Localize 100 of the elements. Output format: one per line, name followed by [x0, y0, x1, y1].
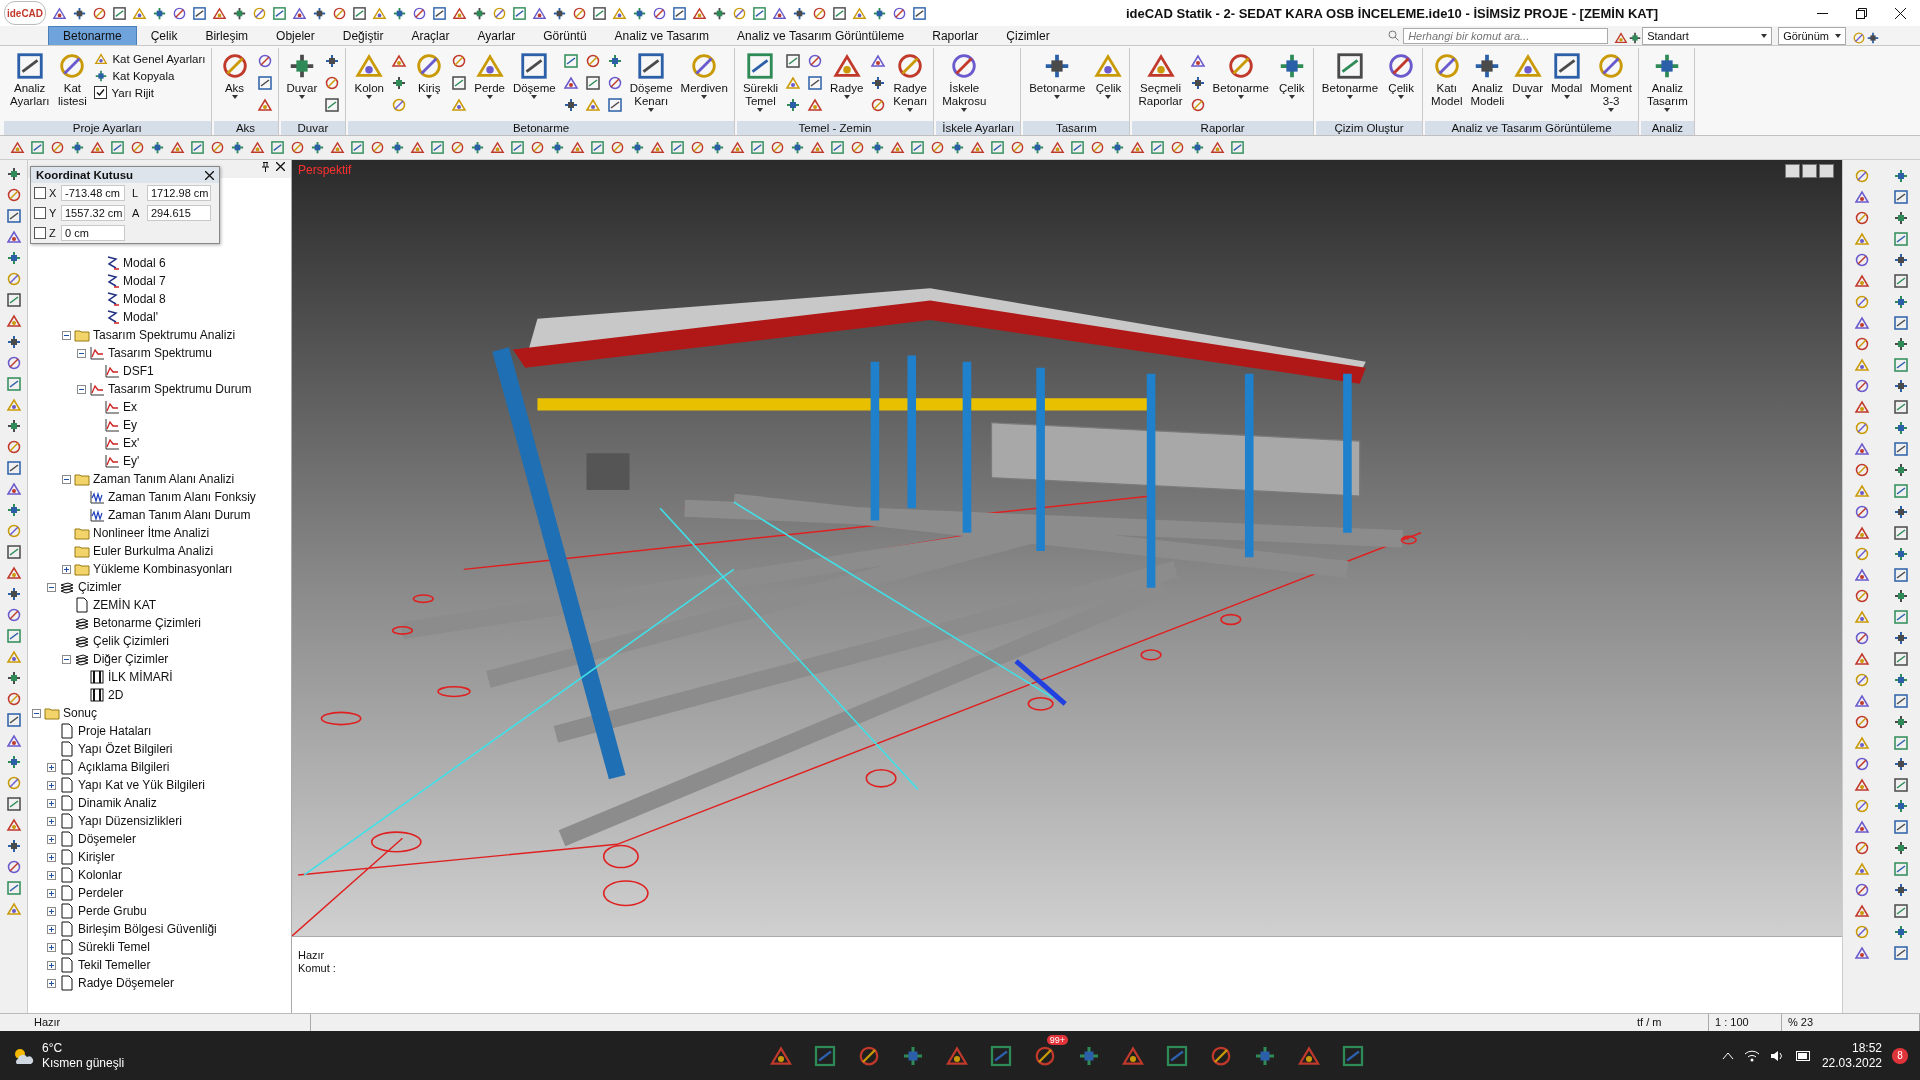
tool-icon[interactable]	[112, 5, 127, 21]
tool-icon[interactable]	[570, 140, 585, 155]
tool-icon[interactable]	[1854, 168, 1871, 184]
tool-icon[interactable]	[1551, 51, 1582, 81]
tool-icon[interactable]	[450, 140, 465, 155]
ribbon-button[interactable]: Katı Model	[1428, 50, 1466, 108]
tool-icon[interactable]	[606, 75, 623, 91]
tool-icon[interactable]	[870, 97, 887, 113]
tool-icon[interactable]	[606, 97, 623, 113]
taskbar-app-icon[interactable]	[988, 1043, 1013, 1068]
tool-icon[interactable]	[1050, 140, 1065, 155]
tool-icon[interactable]	[1030, 140, 1045, 155]
ribbon-button[interactable]: Çelik	[1273, 50, 1310, 100]
tool-icon[interactable]	[1110, 140, 1125, 155]
ribbon-button[interactable]: Kat listesi	[54, 50, 91, 108]
taskbar-app-icon[interactable]	[1164, 1043, 1189, 1068]
tree-item[interactable]: Proje Hataları	[78, 724, 152, 738]
tool-icon[interactable]	[150, 140, 165, 155]
tool-icon[interactable]	[324, 53, 341, 69]
expand-toggle[interactable]	[47, 924, 56, 934]
tool-icon[interactable]	[1892, 525, 1909, 541]
tool-icon[interactable]	[232, 5, 247, 21]
view-menu[interactable]: Görünüm	[1778, 26, 1846, 45]
tool-icon[interactable]	[1150, 140, 1165, 155]
tool-icon[interactable]	[256, 53, 273, 69]
tool-icon[interactable]	[1130, 140, 1145, 155]
tool-icon[interactable]	[1854, 777, 1871, 793]
tool-icon[interactable]	[1892, 693, 1909, 709]
tool-icon[interactable]	[5, 544, 22, 560]
tool-icon[interactable]	[1892, 735, 1909, 751]
tool-icon[interactable]	[312, 5, 327, 21]
tool-icon[interactable]	[490, 140, 505, 155]
tool-icon[interactable]	[692, 5, 707, 21]
3d-viewport[interactable]: Perspektif	[292, 160, 1842, 936]
tool-icon[interactable]	[672, 5, 687, 21]
tool-icon[interactable]	[1854, 945, 1871, 961]
weather-icon[interactable]	[12, 1046, 34, 1065]
tool-icon[interactable]	[584, 75, 601, 91]
tool-icon[interactable]	[970, 140, 985, 155]
restore-icon[interactable]	[1856, 7, 1867, 19]
tool-icon[interactable]	[745, 51, 776, 81]
tool-icon[interactable]	[5, 334, 22, 350]
tool-icon[interactable]	[5, 880, 22, 896]
tree-item[interactable]: Yapı Kat ve Yük Bilgileri	[78, 778, 205, 792]
tool-icon[interactable]	[90, 140, 105, 155]
ribbon-tab[interactable]: Analiz ve Tasarım Görüntüleme	[723, 26, 919, 45]
ribbon-tab[interactable]: Araçlar	[397, 26, 464, 45]
tool-icon[interactable]	[5, 628, 22, 644]
ribbon-button[interactable]: Duvar	[283, 50, 321, 100]
checkbox[interactable]	[34, 187, 46, 199]
expand-toggle[interactable]	[47, 798, 56, 808]
expand-toggle[interactable]	[47, 870, 56, 880]
tool-icon[interactable]	[5, 775, 22, 791]
tool-icon[interactable]	[272, 5, 287, 21]
checkbox[interactable]	[34, 227, 46, 239]
tool-icon[interactable]	[332, 5, 347, 21]
tool-icon[interactable]	[170, 140, 185, 155]
tree-item[interactable]: Modal 8	[123, 292, 166, 306]
battery-icon[interactable]	[1795, 1050, 1812, 1061]
tree-item[interactable]: Dinamik Analiz	[78, 796, 157, 810]
tool-icon[interactable]	[990, 140, 1005, 155]
tool-icon[interactable]	[1892, 546, 1909, 562]
tool-icon[interactable]	[290, 140, 305, 155]
tool-icon[interactable]	[785, 97, 802, 113]
ribbon-button[interactable]: Duvar	[1509, 50, 1546, 100]
tool-icon[interactable]	[1854, 819, 1871, 835]
ribbon-button[interactable]: Radye Kenarı	[890, 50, 931, 113]
tool-icon[interactable]	[850, 140, 865, 155]
tool-icon[interactable]	[807, 97, 824, 113]
ribbon-button[interactable]: Çelik	[1383, 50, 1420, 100]
tool-icon[interactable]	[750, 140, 765, 155]
tool-icon[interactable]	[5, 208, 22, 224]
tool-icon[interactable]	[1854, 672, 1871, 688]
tool-icon[interactable]	[1892, 315, 1909, 331]
tool-icon[interactable]	[5, 859, 22, 875]
tree-item[interactable]: Çelik Çizimleri	[93, 634, 169, 648]
ribbon-tab[interactable]: Ayarlar	[463, 26, 530, 45]
tool-icon[interactable]	[72, 5, 87, 21]
ribbon-button[interactable]: Aks	[216, 50, 253, 100]
tool-icon[interactable]	[1854, 252, 1871, 268]
tool-icon[interactable]	[810, 140, 825, 155]
expand-toggle[interactable]	[47, 780, 56, 790]
tool-icon[interactable]	[5, 502, 22, 518]
ribbon-tab[interactable]: Görüntü	[529, 26, 601, 45]
tool-icon[interactable]	[785, 53, 802, 69]
tool-icon[interactable]	[1892, 504, 1909, 520]
tool-icon[interactable]	[292, 5, 307, 21]
tool-icon[interactable]	[190, 140, 205, 155]
tool-icon[interactable]	[472, 5, 487, 21]
ribbon-button[interactable]: Çelik	[1090, 50, 1127, 100]
pin-icon[interactable]	[261, 162, 270, 172]
tool-icon[interactable]	[1854, 903, 1871, 919]
tool-icon[interactable]	[1854, 336, 1871, 352]
tool-icon[interactable]	[5, 691, 22, 707]
tool-icon[interactable]	[252, 5, 267, 21]
tool-icon[interactable]	[1189, 97, 1206, 113]
tool-icon[interactable]	[610, 140, 625, 155]
ribbon-button[interactable]: İskele Makrosu	[939, 50, 990, 113]
tool-icon[interactable]	[1010, 140, 1025, 155]
tool-icon[interactable]	[110, 140, 125, 155]
